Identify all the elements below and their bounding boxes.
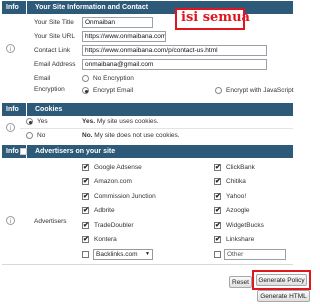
adv-label-tradedoubler: TradeDoubler (94, 222, 134, 229)
cookies-info-icon[interactable]: i (6, 123, 15, 132)
site-url-label: Your Site URL (34, 33, 75, 40)
adv-label-adbrite: Adbrite (94, 207, 115, 214)
cookies-yes-label: Yes (37, 118, 48, 125)
generate-html-button[interactable]: Generate HTML (257, 290, 310, 302)
encryption-label: Encryption (34, 86, 65, 93)
cookies-yes-text: My site uses cookies. (95, 118, 159, 125)
adv-checkbox-adbrite[interactable]: ✔ (82, 207, 89, 214)
reset-button[interactable]: Reset (229, 276, 252, 288)
encrypt-js-label: Encrypt with JavaScript (226, 87, 294, 94)
adv-checkbox-kontera[interactable]: ✔ (82, 236, 89, 243)
adv-label-clickbank: ClickBank (226, 164, 255, 171)
advertiser-dropdown[interactable]: Backlinks.com ▼ (93, 249, 153, 260)
adv-label-linkshare: Linkshare (226, 236, 255, 243)
email-address-label: Email Address (34, 61, 76, 68)
cookies-no-bold: No. (82, 132, 93, 139)
adv-checkbox-yahoo[interactable]: ✔ (214, 193, 221, 200)
cookies-yes-radio[interactable] (26, 118, 33, 125)
adv-checkbox-azoogle[interactable]: ✔ (214, 207, 221, 214)
adv-checkbox-amazon[interactable]: ✔ (82, 178, 89, 185)
advertisers-info-icon[interactable]: i (6, 216, 15, 225)
adv-checkbox-other[interactable] (214, 251, 221, 258)
site-title-input[interactable]: Onmaiban (82, 17, 153, 28)
adv-checkbox-chitika[interactable]: ✔ (214, 178, 221, 185)
adv-label-azoogle: Azoogle (226, 207, 250, 214)
generate-policy-button[interactable]: Generate Policy (256, 274, 307, 286)
adv-checkbox-google-adsense[interactable]: ✔ (82, 164, 89, 171)
adv-label-google-adsense: Google Adsense (94, 164, 142, 171)
email-address-input[interactable]: onmaibana@gmail.com (82, 59, 267, 70)
cookies-no-desc: No. My site does not use cookies. (82, 132, 180, 139)
cookies-no-text: My site does not use cookies. (92, 132, 180, 139)
section3-bottom-divider (2, 264, 293, 265)
contact-link-input[interactable]: https://www.onmaibana.com/p/contact-us.h… (82, 45, 267, 56)
adv-label-chitika: Chitika (226, 178, 246, 185)
annotation-text: isi semua (181, 10, 250, 25)
site-url-input[interactable]: https://www.onmaibana.com (82, 31, 166, 42)
adv-checkbox-widgetbucks[interactable]: ✔ (214, 222, 221, 229)
site-title-label: Your Site Title (34, 19, 74, 26)
section2-header: Info Cookies (2, 103, 293, 116)
adv-checkbox-linkshare[interactable]: ✔ (214, 236, 221, 243)
section2-info-label: Info (6, 106, 19, 113)
encrypt-js-radio[interactable] (215, 87, 222, 94)
adv-label-kontera: Kontera (94, 236, 117, 243)
info-icon[interactable]: i (6, 44, 15, 53)
cookies-yes-desc: Yes. My site uses cookies. (82, 118, 159, 125)
contact-link-label: Contact Link (34, 47, 71, 54)
adv-label-widgetbucks: WidgetBucks (226, 222, 264, 229)
adv-checkbox-tradedoubler[interactable]: ✔ (82, 222, 89, 229)
advertiser-dropdown-value: Backlinks.com (96, 251, 138, 258)
adv-checkbox-dropdown[interactable] (82, 251, 89, 258)
no-encryption-label: No Encryption (93, 75, 134, 82)
advertisers-label: Advertisers (34, 218, 67, 225)
cookies-yes-bold: Yes. (82, 118, 96, 125)
section1-info-label: Info (6, 4, 19, 11)
email-label: Email (34, 75, 51, 82)
cookies-no-label: No (37, 132, 46, 139)
select-all-checkbox[interactable] (20, 148, 27, 155)
other-advertiser-input[interactable]: Other (224, 249, 286, 260)
adv-checkbox-commission-junction[interactable]: ✔ (82, 193, 89, 200)
encrypt-email-radio[interactable] (82, 87, 89, 94)
adv-label-commission-junction: Commission Junction (94, 193, 156, 200)
adv-checkbox-clickbank[interactable]: ✔ (214, 164, 221, 171)
section3-info-label: Info (6, 148, 19, 155)
cookies-divider (20, 128, 293, 129)
section1-header-divider (26, 1, 27, 14)
no-encryption-radio[interactable] (82, 75, 89, 82)
section2-title: Cookies (35, 106, 63, 113)
section2-header-divider (26, 103, 27, 116)
adv-label-yahoo: Yahoo! (226, 193, 247, 200)
section3-title: Advertisers on your site (35, 148, 116, 155)
chevron-down-icon: ▼ (145, 251, 150, 257)
adv-label-amazon: Amazon.com (94, 178, 132, 185)
cookies-no-radio[interactable] (26, 132, 33, 139)
section3-header: Info Advertisers on your site (2, 145, 293, 158)
encrypt-email-label: Encrypt Email (93, 87, 134, 94)
section1-title: Your Site Information and Contact (35, 4, 149, 11)
